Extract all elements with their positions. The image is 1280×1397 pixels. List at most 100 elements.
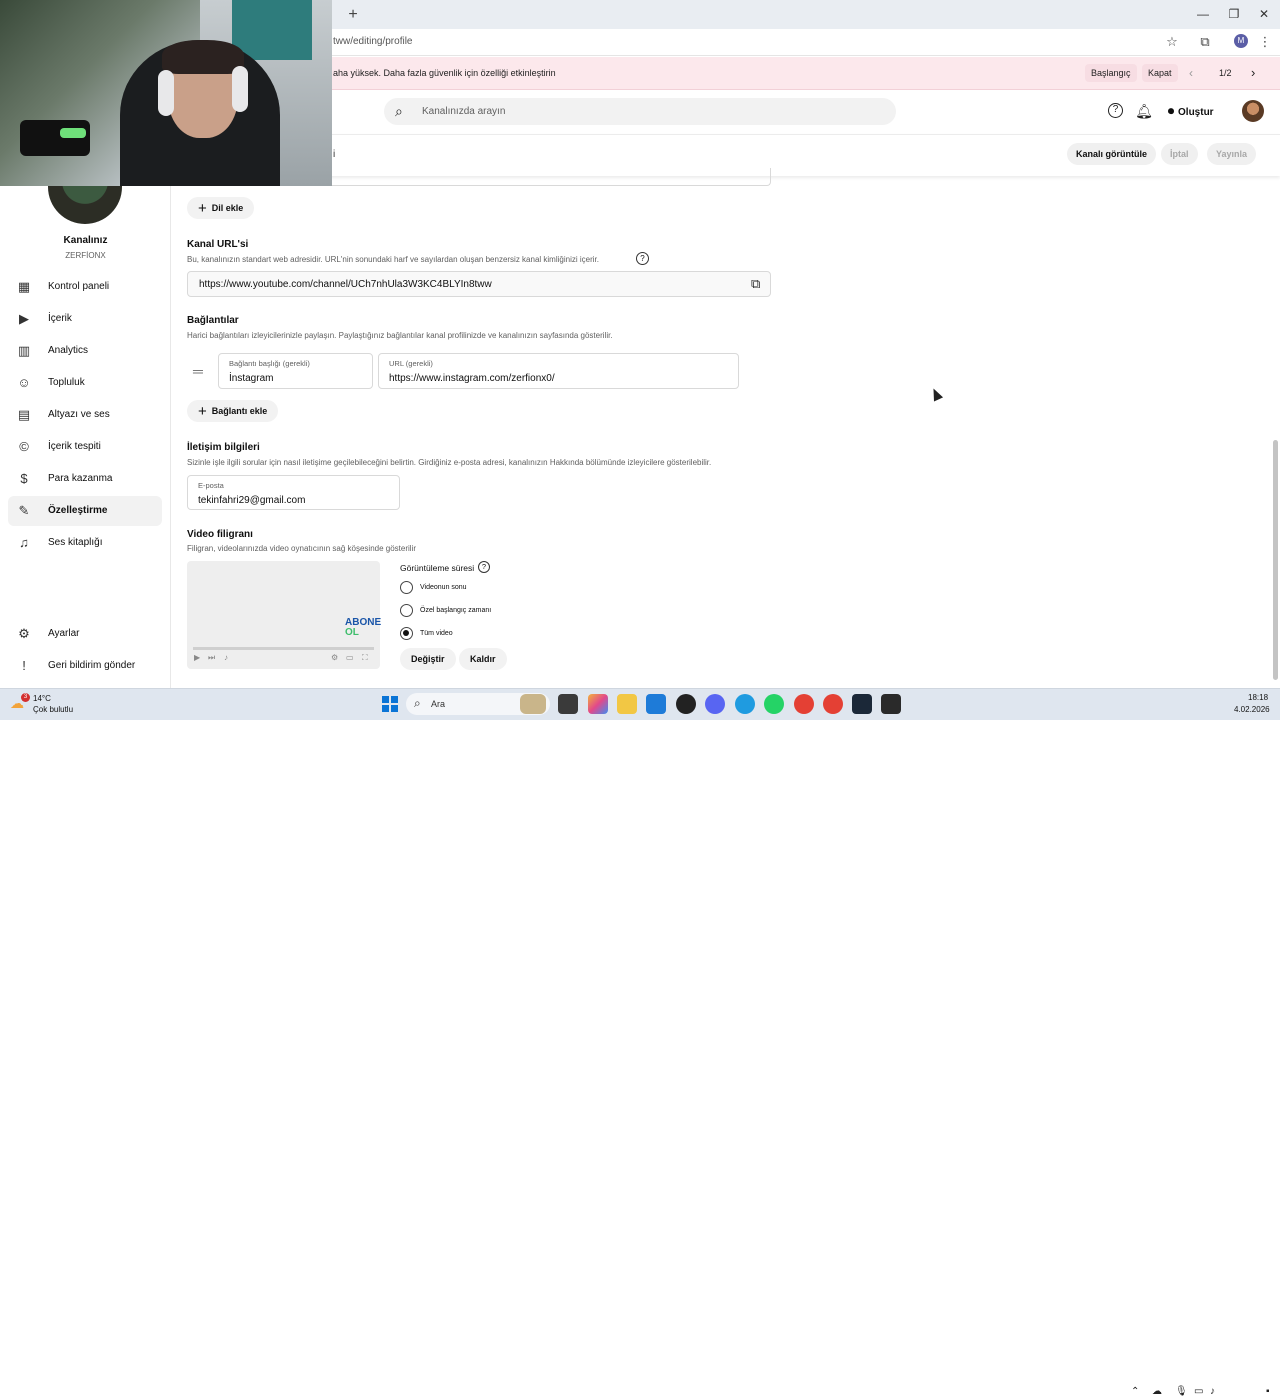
channel-url-title: Kanal URL'si xyxy=(187,239,249,250)
add-link-button[interactable]: + Bağlantı ekle xyxy=(187,400,279,422)
link-url-value[interactable]: https://www.instagram.com/zerfionx0/ xyxy=(389,373,555,384)
taskbar-app-chrome-icon[interactable] xyxy=(794,694,814,714)
monetization-icon: $ xyxy=(20,471,28,486)
sidebar-item-customization[interactable]: ✎ Özelleştirme xyxy=(8,496,162,526)
chevron-left-icon[interactable]: ‹ xyxy=(1189,66,1193,80)
create-button[interactable]: ⏺ Oluştur xyxy=(1168,101,1214,121)
channel-url-field[interactable]: https://www.youtube.com/channel/UCh7nhUl… xyxy=(187,271,771,297)
sidebar-item-label: İçerik xyxy=(48,313,72,324)
chevron-right-icon[interactable]: › xyxy=(1251,65,1255,80)
channel-handle: ZERFİONX xyxy=(65,251,106,260)
infobar-start-button[interactable]: Başlangıç xyxy=(1085,64,1137,82)
channel-search-input[interactable]: ⌕ Kanalınızda arayın xyxy=(384,98,896,125)
copy-icon[interactable]: ⧉ xyxy=(751,276,760,292)
sidebar-item-label: Topluluk xyxy=(48,377,85,388)
weather-description[interactable]: Çok bulutlu xyxy=(33,705,73,714)
gear-icon: ⚙ xyxy=(18,626,30,641)
close-window-button[interactable]: ✕ xyxy=(1255,6,1273,22)
email-field[interactable]: E-posta tekinfahri29@gmail.com xyxy=(187,475,400,510)
url-text[interactable]: tww/editing/profile xyxy=(333,36,412,47)
radio-end-of-video-label: Videonun sonu xyxy=(420,584,467,591)
minimize-button[interactable]: — xyxy=(1194,6,1212,22)
help-icon[interactable]: ? xyxy=(636,252,649,265)
sidebar-item-audio-library[interactable]: ♫ Ses kitaplığı xyxy=(8,528,162,558)
sidebar-item-dashboard[interactable]: ▦ Kontrol paneli xyxy=(8,272,162,302)
dashboard-icon: ▦ xyxy=(17,279,31,294)
page-scrollbar[interactable] xyxy=(1273,440,1278,680)
browser-menu-icon[interactable]: ⋮ xyxy=(1257,34,1273,50)
taskbar-app-edge-icon[interactable] xyxy=(735,694,755,714)
search-placeholder: Kanalınızda arayın xyxy=(422,106,506,117)
webcam-person-hair xyxy=(162,40,244,74)
contact-title: İletişim bilgileri xyxy=(187,442,260,453)
windows-start-button[interactable] xyxy=(382,696,398,712)
tray-app-icon[interactable]: ☁ xyxy=(1152,1386,1162,1397)
sidebar-item-subtitles[interactable]: ▤ Altyazı ve ses xyxy=(8,400,162,430)
sidebar-item-label: Ses kitaplığı xyxy=(48,537,103,548)
taskbar-search[interactable]: ⌕ Ara xyxy=(406,693,550,715)
taskbar-app-chrome-profile-icon[interactable] xyxy=(823,694,843,714)
radio-end-of-video[interactable] xyxy=(400,581,413,594)
tray-chevron-icon[interactable]: ⌃ xyxy=(1131,1386,1139,1397)
cancel-button[interactable]: İptal xyxy=(1161,143,1198,165)
link-title-value[interactable]: İnstagram xyxy=(229,373,273,384)
watermark-logo: ABONE OL xyxy=(345,618,381,638)
sidebar-item-content[interactable]: ▶ İçerik xyxy=(8,304,162,334)
radio-entire-video[interactable] xyxy=(400,627,413,640)
taskbar-app-terminal-icon[interactable] xyxy=(558,694,578,714)
volume-icon[interactable]: ♪ xyxy=(1210,1386,1215,1397)
channel-url-value[interactable]: https://www.youtube.com/channel/UCh7nhUl… xyxy=(199,279,492,290)
new-tab-button[interactable]: + xyxy=(344,6,362,24)
sidebar-item-monetization[interactable]: $ Para kazanma xyxy=(8,464,162,494)
help-icon[interactable]: ? xyxy=(1108,103,1123,118)
sidebar-item-copyright[interactable]: © İçerik tespiti xyxy=(8,432,162,462)
link-title-field[interactable]: Bağlantı başlığı (gerekli) İnstagram xyxy=(218,353,373,389)
account-avatar[interactable] xyxy=(1242,100,1264,122)
microphone-icon[interactable]: 🎙︎ xyxy=(1175,1386,1188,1397)
publish-button[interactable]: Yayınla xyxy=(1207,143,1257,165)
taskbar-app-copilot-icon[interactable] xyxy=(588,694,608,714)
browser-profile-avatar[interactable]: M xyxy=(1234,34,1248,48)
taskbar-search-label: Ara xyxy=(431,699,446,709)
restore-button[interactable]: ❐ xyxy=(1225,6,1243,22)
link-url-field[interactable]: URL (gerekli) https://www.instagram.com/… xyxy=(378,353,739,389)
extensions-icon[interactable]: ⧉ xyxy=(1197,34,1213,50)
webcam-microphone xyxy=(20,120,90,156)
sidebar-item-community[interactable]: ☺ Topluluk xyxy=(8,368,162,398)
taskbar-app-whatsapp-icon[interactable] xyxy=(764,694,784,714)
links-description: Harici bağlantıları izleyicilerinizle pa… xyxy=(187,331,613,340)
create-label: Oluştur xyxy=(1178,107,1214,118)
sidebar-item-analytics[interactable]: ▥ Analytics xyxy=(8,336,162,366)
drag-handle-icon[interactable]: ═ xyxy=(193,363,203,379)
taskbar-app-discord-icon[interactable] xyxy=(705,694,725,714)
infobar-close-button[interactable]: Kapat xyxy=(1142,64,1178,82)
preview-progress-bar xyxy=(193,647,374,650)
sidebar-item-feedback[interactable]: ! Geri bildirim gönder xyxy=(8,651,162,681)
change-watermark-button[interactable]: Değiştir xyxy=(400,648,456,670)
notifications-bell-icon[interactable]: 🔔︎ xyxy=(1135,102,1153,120)
help-icon[interactable]: ? xyxy=(478,561,490,573)
sidebar-item-label: İçerik tespiti xyxy=(48,441,101,452)
taskbar-app-file-explorer-icon[interactable] xyxy=(617,694,637,714)
add-language-button[interactable]: + Dil ekle xyxy=(187,197,255,219)
watermark-description: Filigran, videolarınızda video oynatıcın… xyxy=(187,544,417,553)
sidebar-item-label: Geri bildirim gönder xyxy=(48,660,136,671)
subtitles-icon: ▤ xyxy=(17,407,31,422)
taskbar-app-steam-icon[interactable] xyxy=(852,694,872,714)
email-value[interactable]: tekinfahri29@gmail.com xyxy=(198,495,305,506)
network-icon[interactable]: ▭ xyxy=(1194,1386,1203,1397)
customization-icon: ✎ xyxy=(18,503,30,518)
taskbar-app-obs-icon[interactable] xyxy=(881,694,901,714)
taskbar-app-github-icon[interactable] xyxy=(676,694,696,714)
sidebar-item-settings[interactable]: ⚙ Ayarlar xyxy=(8,619,162,649)
remove-watermark-button[interactable]: Kaldır xyxy=(459,648,507,670)
taskbar-clock-time[interactable]: 18:18 xyxy=(1248,693,1268,702)
taskbar-app-store-icon[interactable] xyxy=(646,694,666,714)
taskbar-clock-date[interactable]: 4.02.2026 xyxy=(1234,705,1270,714)
view-channel-button[interactable]: Kanalı görüntüle xyxy=(1067,143,1157,165)
bookmark-star-icon[interactable]: ☆ xyxy=(1164,34,1180,50)
notification-center-icon[interactable]: ▪ xyxy=(1266,1386,1270,1397)
radio-custom-start[interactable] xyxy=(400,604,413,617)
plus-icon: + xyxy=(198,403,207,420)
weather-temperature[interactable]: 14°C xyxy=(33,694,51,703)
